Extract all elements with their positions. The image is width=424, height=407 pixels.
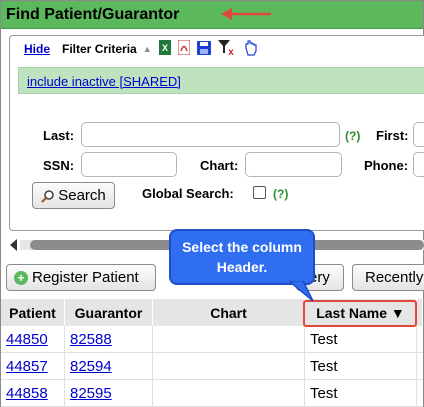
pdf-icon[interactable] bbox=[177, 39, 191, 58]
global-search-help-link[interactable]: (?) bbox=[273, 187, 288, 201]
recently-button[interactable]: Recently bbox=[352, 264, 424, 291]
guarantor-link[interactable]: 82595 bbox=[70, 385, 112, 402]
last-name-cell: Test bbox=[305, 326, 417, 353]
filter-criteria-title: Filter Criteria bbox=[62, 42, 137, 56]
guarantor-cell[interactable]: 82595 bbox=[65, 380, 153, 407]
register-patient-label: Register Patient bbox=[32, 269, 139, 286]
ssn-input[interactable] bbox=[81, 152, 177, 177]
window-title: Find Patient/Guarantor bbox=[6, 6, 180, 23]
patient-cell[interactable]: 44850 bbox=[1, 326, 65, 353]
phone-input[interactable] bbox=[413, 152, 424, 177]
last-name-cell: Test bbox=[305, 380, 417, 407]
guarantor-cell[interactable]: 82588 bbox=[65, 326, 153, 353]
annotation-arrow-icon bbox=[221, 8, 271, 20]
collapse-triangle-icon[interactable]: ▲ bbox=[143, 44, 152, 54]
patient-link[interactable]: 44858 bbox=[6, 385, 48, 402]
callout-pointer-icon bbox=[289, 281, 314, 302]
column-header-patient[interactable]: Patient bbox=[1, 299, 65, 326]
clear-filter-icon[interactable]: x bbox=[217, 39, 236, 59]
column-header-chart[interactable]: Chart bbox=[153, 299, 305, 326]
table-row[interactable]: 44850 82588 Test bbox=[1, 326, 423, 353]
global-search-label: Global Search: bbox=[142, 186, 234, 201]
column-header-guarantor[interactable]: Guarantor bbox=[65, 299, 153, 326]
guarantor-link[interactable]: 82588 bbox=[70, 331, 112, 348]
last-name-help-link[interactable]: (?) bbox=[345, 129, 360, 143]
patient-link[interactable]: 44850 bbox=[6, 331, 48, 348]
guarantor-cell[interactable]: 82594 bbox=[65, 353, 153, 380]
patient-cell[interactable]: 44858 bbox=[1, 380, 65, 407]
pointer-hand-icon[interactable] bbox=[243, 39, 258, 59]
plus-circle-icon: + bbox=[14, 270, 28, 285]
guarantor-link[interactable]: 82594 bbox=[70, 358, 112, 375]
last-name-label: Last: bbox=[43, 128, 75, 143]
svg-text:x: x bbox=[228, 47, 234, 56]
patient-cell[interactable]: 44857 bbox=[1, 353, 65, 380]
chart-cell bbox=[153, 326, 305, 353]
excel-icon[interactable]: X bbox=[158, 40, 171, 58]
register-patient-button[interactable]: + Register Patient bbox=[6, 264, 156, 291]
ssn-label: SSN: bbox=[43, 158, 75, 173]
first-name-label: First: bbox=[376, 128, 409, 143]
scroll-left-arrow-icon[interactable] bbox=[10, 239, 17, 251]
magnifier-icon bbox=[41, 189, 55, 203]
phone-label: Phone: bbox=[364, 158, 409, 173]
save-icon[interactable] bbox=[196, 40, 211, 58]
chart-input[interactable] bbox=[245, 152, 342, 177]
include-inactive-link[interactable]: include inactive [SHARED] bbox=[27, 74, 181, 89]
column-header-overflow bbox=[417, 299, 423, 326]
callout-tooltip: Select the column Header. bbox=[169, 229, 315, 285]
highlight-box bbox=[303, 300, 417, 327]
search-button-label: Search bbox=[58, 187, 106, 204]
chart-cell bbox=[153, 380, 305, 407]
search-button[interactable]: Search bbox=[32, 182, 115, 209]
table-row[interactable]: 44857 82594 Test bbox=[1, 353, 423, 380]
global-search-checkbox[interactable] bbox=[253, 186, 266, 199]
hide-filter-link[interactable]: Hide bbox=[24, 42, 50, 56]
chart-label: Chart: bbox=[200, 158, 239, 173]
svg-text:X: X bbox=[162, 43, 168, 53]
filter-header: Hide Filter Criteria ▲ X x bbox=[24, 39, 258, 59]
last-name-cell: Test bbox=[305, 353, 417, 380]
patient-link[interactable]: 44857 bbox=[6, 358, 48, 375]
first-name-input[interactable] bbox=[413, 122, 424, 147]
recently-button-label: Recently bbox=[365, 269, 424, 286]
title-bar: Find Patient/Guarantor bbox=[1, 1, 423, 29]
shared-filter-bar: include inactive [SHARED] bbox=[18, 67, 424, 94]
last-name-input[interactable] bbox=[81, 122, 340, 147]
table-row[interactable]: 44858 82595 Test bbox=[1, 380, 423, 407]
chart-cell bbox=[153, 353, 305, 380]
